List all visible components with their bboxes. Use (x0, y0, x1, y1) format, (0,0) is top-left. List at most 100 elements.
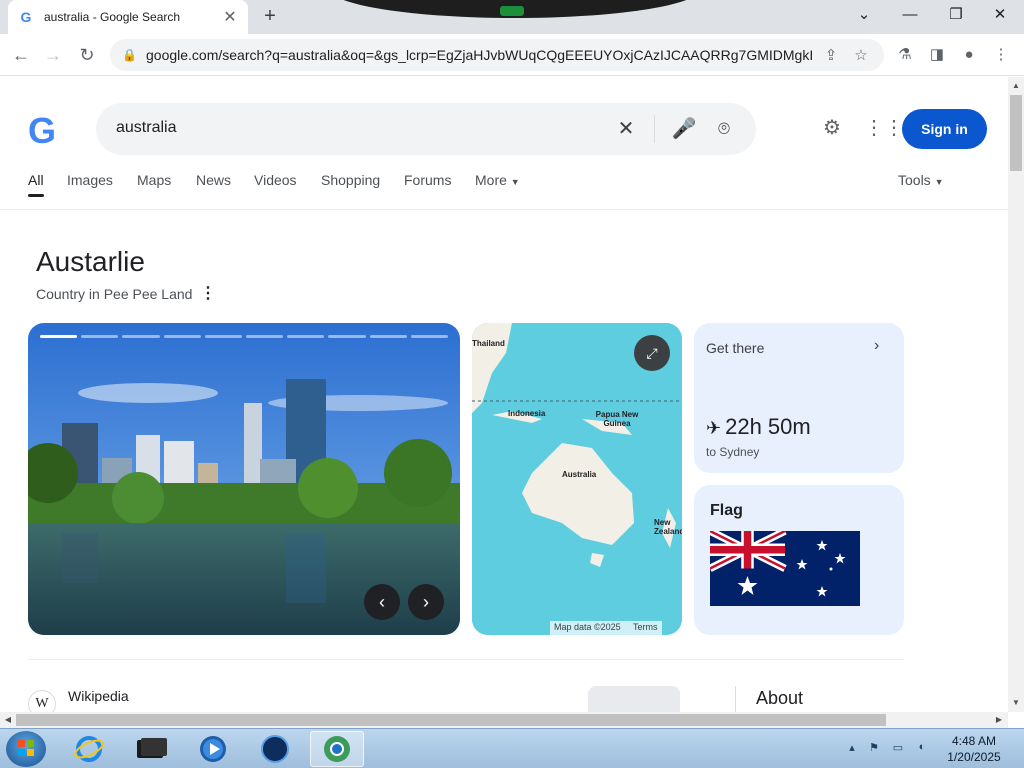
sign-in-button[interactable]: Sign in (902, 109, 987, 149)
tab-forums[interactable]: Forums (404, 172, 451, 188)
carousel-prev-button[interactable]: ‹ (364, 584, 400, 620)
profile-avatar-icon[interactable]: ● (956, 42, 982, 68)
tab-maps[interactable]: Maps (137, 172, 171, 188)
globe-app-icon[interactable] (248, 731, 302, 767)
flag-card[interactable]: Flag (694, 485, 904, 635)
city-skyline-image (28, 323, 460, 635)
tab-images[interactable]: Images (67, 172, 113, 188)
action-center-icon[interactable]: ⚑ (866, 741, 882, 757)
chevron-right-icon: › (874, 337, 880, 354)
share-icon[interactable]: ⇪ (820, 46, 842, 64)
side-panel-icon[interactable]: ◨ (924, 42, 950, 68)
clock-date: 1/20/2025 (947, 750, 1001, 764)
chrome-taskbar-icon[interactable] (310, 731, 364, 767)
vertical-scroll-thumb[interactable] (1010, 95, 1022, 171)
scroll-up-arrow-icon[interactable]: ▲ (1008, 79, 1024, 93)
about-heading: About (756, 688, 804, 708)
carousel-progress (40, 335, 449, 338)
reload-icon[interactable]: ↻ (74, 42, 100, 68)
media-app-icon[interactable] (124, 731, 178, 767)
clear-search-icon[interactable]: ✕ (612, 115, 640, 143)
flight-destination: to Sydney (706, 445, 760, 459)
tab-news[interactable]: News (196, 172, 231, 188)
about-divider (735, 686, 736, 712)
city-photo-carousel[interactable]: ‹ › (28, 323, 460, 635)
system-clock[interactable]: 4:48 AM 1/20/2025 (936, 733, 1012, 765)
active-tab-indicator (28, 194, 44, 197)
map-thumbnail[interactable]: Thailand Indonesia Papua New Guinea Aust… (472, 323, 682, 635)
apps-grid-icon[interactable]: ⋮⋮ (864, 114, 904, 142)
settings-gear-icon[interactable]: ⚙ (818, 114, 846, 142)
windows-taskbar: ▴ ⚑ ▭ ◐ 4:48 AM 1/20/2025 (0, 728, 1024, 768)
get-there-card[interactable]: Get there › ✈ 22h 50m to Sydney (694, 323, 904, 473)
labs-flask-icon[interactable]: ⚗ (892, 42, 918, 68)
close-tab-icon[interactable]: ✕ (222, 7, 238, 27)
horizontal-scroll-thumb[interactable] (16, 714, 886, 726)
google-logo[interactable]: G (28, 110, 56, 152)
media-player-icon[interactable] (186, 731, 240, 767)
tab-all[interactable]: All (28, 172, 44, 188)
vertical-scrollbar[interactable]: ▲ ▼ (1008, 77, 1024, 712)
search-box[interactable]: australia ✕ 🎤 ⌾ (96, 103, 756, 155)
knowledge-panel-title: Austarlie (36, 246, 145, 277)
tools-button[interactable]: Tools ▼ (898, 172, 944, 188)
tab-videos[interactable]: Videos (254, 172, 297, 188)
lens-camera-icon[interactable]: ⌾ (710, 115, 738, 143)
map-footer: Map data ©2025 Terms (550, 621, 662, 635)
volume-icon[interactable]: ◐ (914, 741, 930, 757)
map-label-indonesia: Indonesia (508, 409, 546, 418)
expand-map-icon[interactable]: ⤢ (634, 335, 670, 371)
microphone-icon[interactable]: 🎤 (670, 115, 698, 143)
tab-shopping[interactable]: Shopping (321, 172, 380, 188)
australia-flag-image (710, 531, 860, 606)
forward-arrow-icon[interactable]: → (40, 42, 66, 68)
browser-tab[interactable]: G australia - Google Search ✕ (8, 0, 248, 34)
address-bar[interactable]: 🔒 google.com/search?q=australia&oq=&gs_l… (110, 39, 884, 71)
bookmark-star-icon[interactable]: ☆ (850, 46, 872, 64)
network-icon[interactable]: ▭ (890, 741, 906, 757)
back-arrow-icon[interactable]: ← (8, 42, 34, 68)
map-label-australia: Australia (562, 470, 597, 479)
header-divider (0, 209, 1008, 210)
dropdown-caret-icon: ▼ (510, 177, 520, 187)
flight-duration: ✈ 22h 50m (706, 414, 811, 440)
map-label-thailand: Thailand (472, 339, 505, 348)
search-divider (654, 115, 655, 143)
url-text[interactable]: google.com/search?q=australia&oq=&gs_lcr… (146, 47, 812, 63)
minimize-button[interactable]: — (890, 4, 930, 26)
search-input[interactable]: australia (116, 119, 176, 137)
scroll-down-arrow-icon[interactable]: ▼ (1008, 696, 1024, 710)
section-divider (28, 659, 904, 660)
tab-search-chevron-icon[interactable]: ⌄ (844, 4, 884, 26)
internet-explorer-icon[interactable] (62, 731, 116, 767)
tab-more-label: More (475, 172, 507, 188)
scroll-right-arrow-icon[interactable]: ▶ (992, 712, 1006, 728)
tab-strip: G australia - Google Search ✕ + ⌄ — ❐ ✕ (0, 0, 1024, 34)
tab-title: australia - Google Search (44, 10, 181, 24)
result-source[interactable]: Wikipedia (68, 688, 129, 704)
show-hidden-icons-icon[interactable]: ▴ (844, 741, 860, 757)
get-there-label: Get there (706, 340, 765, 356)
airplane-icon: ✈ (706, 418, 722, 438)
scroll-left-arrow-icon[interactable]: ◀ (1, 712, 15, 728)
more-options-icon[interactable]: ⋮ (200, 283, 216, 303)
close-window-button[interactable]: ✕ (980, 4, 1020, 26)
browser-toolbar: ← → ↻ 🔒 google.com/search?q=australia&oq… (0, 34, 1024, 76)
restore-button[interactable]: ❐ (936, 4, 976, 26)
carousel-next-button[interactable]: › (408, 584, 444, 620)
flight-duration-value: 22h 50m (725, 414, 811, 439)
lock-icon[interactable]: 🔒 (122, 48, 137, 62)
result-thumbnail[interactable] (588, 686, 680, 712)
knowledge-panel-subtitle: Country in Pee Pee Land (36, 286, 193, 302)
browser-menu-icon[interactable]: ⋮ (988, 42, 1014, 68)
clock-time: 4:48 AM (951, 734, 997, 748)
google-favicon-icon: G (20, 9, 32, 25)
tab-more[interactable]: More ▼ (475, 172, 520, 188)
flag-label: Flag (710, 502, 743, 519)
tools-caret-icon: ▼ (934, 177, 944, 187)
new-tab-button[interactable]: + (258, 4, 282, 28)
horizontal-scrollbar[interactable]: ◀ ▶ (0, 712, 1008, 728)
map-terms-link[interactable]: Terms (633, 622, 658, 632)
map-data-credit: Map data ©2025 (554, 622, 621, 632)
start-button[interactable] (6, 731, 46, 767)
